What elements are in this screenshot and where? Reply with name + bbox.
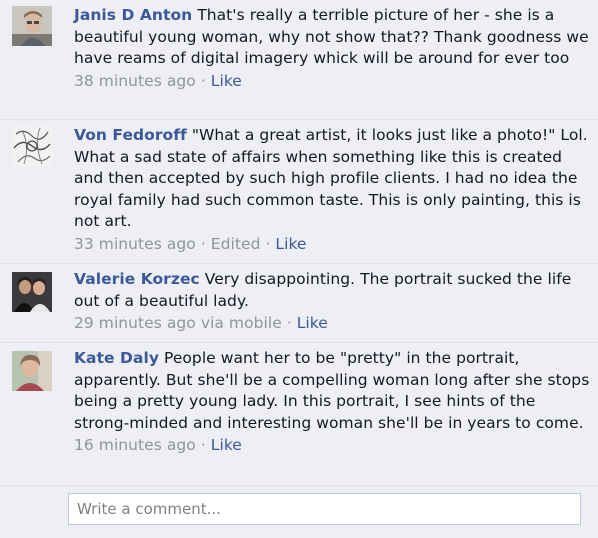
avatar[interactable] [12, 351, 52, 391]
comment-author-link[interactable]: Valerie Korzec [74, 270, 200, 288]
comment-content: Kate Daly People want her to be "pretty"… [74, 348, 590, 434]
like-link[interactable]: Like [275, 235, 306, 253]
comment-timestamp[interactable]: 16 minutes ago [74, 436, 196, 454]
comment-item: Valerie Korzec Very disappointing. The p… [0, 264, 598, 343]
meta-separator: · [195, 234, 211, 253]
comment-meta: 33 minutes ago · Edited · Like [74, 234, 590, 256]
avatar[interactable] [12, 6, 52, 46]
comment-author-link[interactable]: Kate Daly [74, 349, 159, 367]
meta-separator: · [195, 71, 211, 90]
comment-meta: 29 minutes ago via mobile · Like [74, 313, 590, 335]
via-mobile-label: via mobile [200, 314, 282, 332]
comment-timestamp[interactable]: 29 minutes ago [74, 314, 196, 332]
comment-item: Von Fedoroff "What a great artist, it lo… [0, 120, 598, 264]
like-link[interactable]: Like [211, 72, 242, 90]
meta-separator: · [195, 436, 211, 454]
comment-feed: Janis D Anton That's really a terrible p… [0, 0, 598, 538]
write-comment-input[interactable] [69, 494, 580, 524]
avatar[interactable] [12, 126, 52, 166]
avatar-couple-photo-icon [12, 272, 52, 312]
comment-composer [68, 493, 581, 525]
avatar-sketch-drawing-icon [12, 126, 52, 166]
comment-content: Valerie Korzec Very disappointing. The p… [74, 269, 590, 312]
comment-item: Kate Daly People want her to be "pretty"… [0, 343, 598, 486]
meta-separator: · [281, 314, 297, 332]
comment-author-link[interactable]: Von Fedoroff [74, 126, 187, 144]
meta-separator: · [260, 234, 276, 253]
comment-meta: 16 minutes ago · Like [74, 435, 590, 457]
comment-timestamp[interactable]: 38 minutes ago [74, 72, 196, 90]
avatar[interactable] [12, 272, 52, 312]
avatar-boy-photo-icon [12, 6, 52, 46]
comment-timestamp[interactable]: 33 minutes ago [74, 235, 196, 253]
comment-author-link[interactable]: Janis D Anton [74, 6, 192, 24]
comment-content: Janis D Anton That's really a terrible p… [74, 5, 590, 70]
like-link[interactable]: Like [211, 436, 242, 454]
edited-indicator[interactable]: Edited [211, 235, 261, 253]
comment-content: Von Fedoroff "What a great artist, it lo… [74, 125, 590, 233]
comment-meta: 38 minutes ago · Like [74, 71, 590, 93]
like-link[interactable]: Like [297, 314, 328, 332]
comment-item: Janis D Anton That's really a terrible p… [0, 0, 598, 120]
avatar-woman-photo-icon [12, 351, 52, 391]
